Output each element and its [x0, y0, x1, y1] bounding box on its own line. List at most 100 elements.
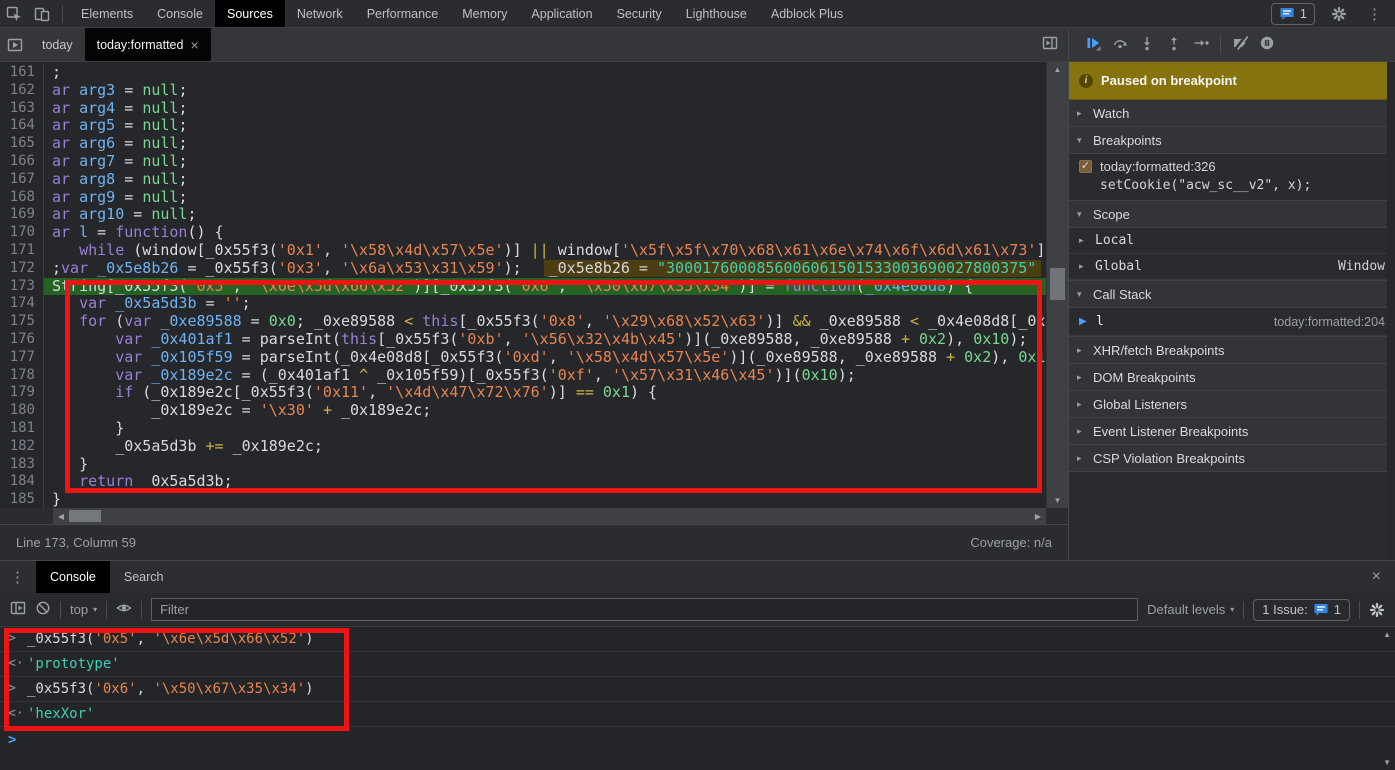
code-text[interactable]: ar arg9 = null;: [44, 189, 1046, 207]
line-number[interactable]: 168: [0, 189, 44, 207]
scroll-left-icon[interactable]: ◀: [53, 512, 69, 521]
step-button[interactable]: [1193, 35, 1209, 54]
scroll-up-icon[interactable]: ▲: [1383, 630, 1391, 639]
breakpoint-checkbox[interactable]: ✓: [1079, 160, 1092, 173]
code-text[interactable]: }: [44, 420, 1046, 438]
javascript-context-dropdown[interactable]: top▾: [70, 602, 97, 617]
breakpoint-entry[interactable]: ✓today:formatted:326setCookie("acw_sc__v…: [1069, 154, 1395, 200]
editor-vertical-scrollbar[interactable]: ▲ ▼: [1046, 62, 1068, 508]
main-tab-performance[interactable]: Performance: [355, 0, 451, 27]
line-number[interactable]: 167: [0, 171, 44, 189]
issues-badge[interactable]: 1: [1271, 3, 1315, 25]
main-tab-elements[interactable]: Elements: [69, 0, 145, 27]
line-number[interactable]: 163: [0, 100, 44, 118]
code-text[interactable]: var _0x105f59 = parseInt(_0x4e08d8[_0x55…: [44, 349, 1046, 367]
code-text[interactable]: _0x189e2c = '\x30' + _0x189e2c;: [44, 402, 1046, 420]
code-lines[interactable]: 161;162ar arg3 = null;163ar arg4 = null;…: [0, 62, 1046, 508]
settings-gear-icon[interactable]: [1325, 0, 1353, 27]
code-text[interactable]: ar arg4 = null;: [44, 100, 1046, 118]
line-number[interactable]: 178: [0, 367, 44, 385]
pause-on-exceptions-button[interactable]: [1259, 35, 1275, 54]
line-number[interactable]: 182: [0, 438, 44, 456]
code-text[interactable]: var _0x189e2c = (_0x401af1 ^ _0x105f59)[…: [44, 367, 1046, 385]
line-number[interactable]: 171: [0, 242, 44, 260]
line-number[interactable]: 175: [0, 313, 44, 331]
main-tab-application[interactable]: Application: [519, 0, 604, 27]
code-text[interactable]: ar l = function() {: [44, 224, 1046, 242]
line-number[interactable]: 169: [0, 206, 44, 224]
code-text[interactable]: ar arg8 = null;: [44, 171, 1046, 189]
sidebar-section-xhr-fetch-breakpoints[interactable]: ▸XHR/fetch Breakpoints: [1069, 337, 1395, 364]
code-text[interactable]: String[_0x55f3('0x5', '\x6e\x5d\x66\x52'…: [44, 278, 1046, 296]
code-text[interactable]: ar arg6 = null;: [44, 135, 1046, 153]
code-editor[interactable]: 161;162ar arg3 = null;163ar arg4 = null;…: [0, 62, 1068, 508]
more-options-icon[interactable]: ⋮: [1363, 5, 1387, 23]
vertical-scroll-thumb[interactable]: [1050, 268, 1065, 300]
sidebar-section-scope[interactable]: ▾Scope: [1069, 201, 1395, 228]
line-number[interactable]: 173: [0, 278, 44, 296]
line-number[interactable]: 185: [0, 491, 44, 508]
main-tab-sources[interactable]: Sources: [215, 0, 285, 27]
inspect-element-icon[interactable]: [0, 0, 28, 27]
step-into-button[interactable]: [1139, 35, 1155, 54]
console-filter-input[interactable]: [151, 598, 1138, 621]
editor-horizontal-scrollbar[interactable]: ◀ ▶: [0, 508, 1068, 524]
line-number[interactable]: 170: [0, 224, 44, 242]
console-settings-gear-icon[interactable]: [1369, 602, 1385, 618]
main-tab-console[interactable]: Console: [145, 0, 215, 27]
horizontal-scroll-thumb[interactable]: [69, 510, 101, 522]
code-text[interactable]: ar arg7 = null;: [44, 153, 1046, 171]
code-text[interactable]: ar arg3 = null;: [44, 82, 1046, 100]
close-drawer-icon[interactable]: ×: [1358, 568, 1395, 586]
toggle-debugger-sidebar-icon[interactable]: [1042, 35, 1058, 54]
step-out-button[interactable]: [1166, 35, 1182, 54]
line-number[interactable]: 179: [0, 384, 44, 402]
main-tab-lighthouse[interactable]: Lighthouse: [674, 0, 759, 27]
scroll-up-icon[interactable]: ▲: [1047, 65, 1068, 74]
live-expression-eye-icon[interactable]: [116, 600, 132, 619]
console-sidebar-toggle-icon[interactable]: [10, 600, 26, 619]
line-number[interactable]: 183: [0, 456, 44, 474]
code-text[interactable]: while (window[_0x55f3('0x1', '\x58\x4d\x…: [44, 242, 1046, 260]
code-text[interactable]: for (var _0xe89588 = 0x0; _0xe89588 < th…: [44, 313, 1046, 331]
line-number[interactable]: 165: [0, 135, 44, 153]
console-prompt[interactable]: >: [0, 727, 1395, 737]
line-number[interactable]: 166: [0, 153, 44, 171]
file-tab-today[interactable]: today: [30, 28, 85, 61]
drawer-tab-console[interactable]: Console: [36, 561, 110, 593]
code-text[interactable]: if (_0x189e2c[_0x55f3('0x11', '\x4d\x47\…: [44, 384, 1046, 402]
code-text[interactable]: _0x5a5d3b += _0x189e2c;: [44, 438, 1046, 456]
code-text[interactable]: return _0x5a5d3b;: [44, 473, 1046, 491]
line-number[interactable]: 172: [0, 260, 44, 278]
step-over-button[interactable]: [1112, 35, 1128, 54]
line-number[interactable]: 177: [0, 349, 44, 367]
log-levels-dropdown[interactable]: Default levels▾: [1147, 602, 1234, 617]
code-text[interactable]: ar arg10 = null;: [44, 206, 1046, 224]
line-number[interactable]: 164: [0, 117, 44, 135]
line-number[interactable]: 181: [0, 420, 44, 438]
scope-row-local[interactable]: ▸Local: [1069, 228, 1395, 254]
main-tab-network[interactable]: Network: [285, 0, 355, 27]
console-issues-counter[interactable]: 1 Issue: 1: [1253, 599, 1350, 621]
sidebar-section-call-stack[interactable]: ▾Call Stack: [1069, 281, 1395, 308]
sidebar-section-csp-violation-breakpoints[interactable]: ▸CSP Violation Breakpoints: [1069, 445, 1395, 472]
scroll-right-icon[interactable]: ▶: [1030, 512, 1046, 521]
code-text[interactable]: }: [44, 456, 1046, 474]
scroll-down-icon[interactable]: ▼: [1047, 496, 1068, 505]
main-tab-security[interactable]: Security: [605, 0, 674, 27]
navigator-toggle-icon[interactable]: [0, 28, 30, 61]
line-number[interactable]: 161: [0, 64, 44, 82]
code-text[interactable]: var _0x5a5d3b = '';: [44, 295, 1046, 313]
scroll-down-icon[interactable]: ▼: [1383, 758, 1391, 767]
main-tab-memory[interactable]: Memory: [450, 0, 519, 27]
device-toolbar-icon[interactable]: [28, 0, 56, 27]
sidebar-section-dom-breakpoints[interactable]: ▸DOM Breakpoints: [1069, 364, 1395, 391]
drawer-tab-search[interactable]: Search: [110, 561, 178, 593]
drawer-menu-icon[interactable]: ⋮: [0, 568, 36, 586]
deactivate-breakpoints-button[interactable]: [1232, 35, 1248, 54]
sidebar-section-event-listener-breakpoints[interactable]: ▸Event Listener Breakpoints: [1069, 418, 1395, 445]
resume-button[interactable]: [1085, 35, 1101, 54]
line-number[interactable]: 162: [0, 82, 44, 100]
line-number[interactable]: 184: [0, 473, 44, 491]
close-tab-icon[interactable]: ×: [190, 37, 198, 53]
